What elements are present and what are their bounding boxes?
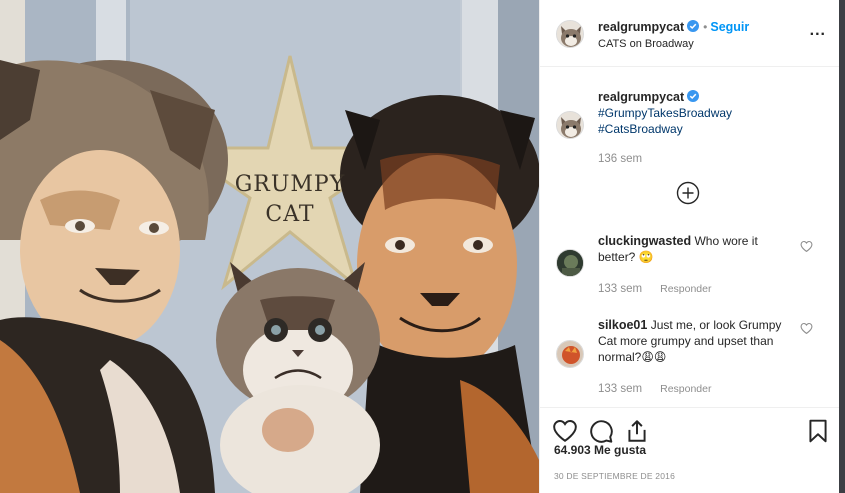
caption-time[interactable]: 136 sem [598, 153, 642, 165]
heart-icon[interactable] [552, 418, 578, 444]
caption-username[interactable]: realgrumpycat [598, 90, 684, 104]
follow-button[interactable]: Seguir [710, 20, 749, 34]
comment: silkoe01 Just me, or look Grumpy Cat mor… [598, 317, 798, 397]
caption-title-row: realgrumpycat [598, 89, 732, 105]
post-photo[interactable]: GRUMPY CAT [0, 0, 539, 493]
post-side-panel: realgrumpycat • Seguir CATS on Broadway ..… [539, 0, 840, 493]
caption: realgrumpycat #GrumpyTakesBroadway #Cats… [598, 89, 732, 165]
comment: cluckingwasted Who wore it better? 🙄 133… [598, 233, 798, 297]
comment-avatar[interactable] [556, 340, 584, 368]
likes-count[interactable]: 64.903 Me gusta [554, 443, 646, 457]
comment-meta: 133 sem Responder [598, 380, 798, 397]
verified-badge-icon [687, 90, 700, 102]
share-icon[interactable] [624, 418, 650, 444]
comment-time[interactable]: 133 sem [598, 383, 642, 395]
caption-meta: 136 sem [598, 151, 732, 165]
comment-like-heart-icon[interactable] [800, 240, 813, 253]
avatar[interactable] [556, 20, 584, 48]
post-header: realgrumpycat • Seguir CATS on Broadway ..… [540, 0, 840, 67]
verified-badge-icon [687, 20, 700, 32]
reply-button[interactable]: Responder [660, 383, 711, 395]
comment-avatar[interactable] [556, 249, 584, 277]
comment-icon[interactable] [588, 418, 614, 444]
comment-username[interactable]: cluckingwasted [598, 234, 691, 248]
more-options-icon[interactable]: ... [810, 22, 826, 40]
post-location[interactable]: CATS on Broadway [598, 38, 694, 50]
hashtag-link[interactable]: #CatsBroadway [598, 121, 732, 137]
reply-button[interactable]: Responder [660, 283, 711, 295]
comment-like-heart-icon[interactable] [800, 322, 813, 335]
photo-sign-text: GRUMPY CAT [234, 170, 346, 230]
comment-username[interactable]: silkoe01 [598, 318, 647, 332]
comment-meta: 133 sem Responder [598, 280, 798, 297]
hashtag-link[interactable]: #GrumpyTakesBroadway [598, 105, 732, 121]
header-title-row: realgrumpycat • Seguir [598, 20, 749, 34]
bookmark-icon[interactable] [805, 418, 831, 444]
photo-sign-line2: CAT [265, 202, 315, 227]
caption-avatar[interactable] [556, 111, 584, 139]
load-more-plus-icon[interactable] [676, 181, 700, 205]
photo-sign-line1: GRUMPY [234, 172, 346, 197]
post-date[interactable]: 30 DE SEPTIEMBRE DE 2016 [554, 471, 675, 481]
comment-time[interactable]: 133 sem [598, 283, 642, 295]
window-edge [839, 0, 845, 493]
separator-dot: • [703, 20, 708, 34]
post-username[interactable]: realgrumpycat [598, 20, 684, 34]
